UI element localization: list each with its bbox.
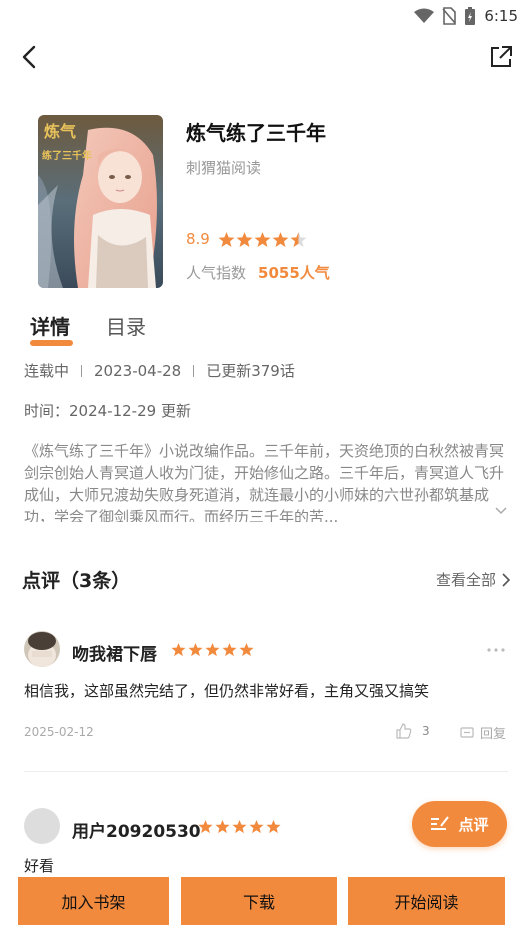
avatar[interactable] — [24, 808, 60, 844]
review-stars — [171, 642, 254, 657]
review-date: 2025-02-12 — [24, 725, 94, 739]
write-review-button[interactable]: 点评 — [412, 801, 507, 847]
reply-label: 回复 — [480, 727, 507, 742]
share-icon[interactable] — [488, 44, 514, 70]
edit-list-icon — [431, 816, 450, 830]
book-author[interactable]: 刺猬猫阅读 — [186, 157, 261, 178]
tab-active-indicator — [30, 340, 73, 346]
star-icon — [188, 642, 203, 657]
tab-catalog[interactable]: 目录 — [106, 311, 146, 340]
star-icon — [266, 819, 281, 834]
rating-stars — [218, 231, 307, 248]
rating-row: 8.9 — [186, 230, 307, 248]
star-icon — [215, 819, 230, 834]
update-time: 时间：2024-12-29 更新 — [24, 402, 191, 420]
comment-icon — [460, 726, 474, 738]
book-description[interactable]: 《炼气练了三千年》小说改编作品。三千年前，天资绝顶的白秋然被青冥剑宗创始人青冥道… — [24, 440, 508, 522]
write-review-label: 点评 — [458, 815, 489, 834]
view-all-link[interactable]: 查看全部 — [436, 569, 510, 590]
no-sim-icon — [442, 7, 457, 25]
star-icon — [254, 231, 271, 247]
updated-count: 已更新379话 — [206, 362, 295, 380]
chevron-down-icon[interactable] — [494, 506, 508, 516]
top-nav — [0, 40, 530, 76]
book-title: 炼气练了三千年 — [186, 121, 326, 145]
star-icon — [290, 231, 307, 247]
tab-bar: 详情 目录 — [30, 311, 146, 346]
status-bar: 6:15 — [0, 0, 530, 32]
popularity-value: 5055人气 — [258, 264, 330, 282]
like-button[interactable]: 3 — [396, 723, 430, 739]
cover-title-text: 炼气 — [44, 122, 76, 141]
publish-date: 2023-04-28 — [94, 361, 182, 380]
star-icon — [232, 819, 247, 834]
review-text: 好看 — [24, 857, 55, 875]
popularity-row: 人气指数 5055人气 — [186, 262, 330, 283]
start-reading-button[interactable]: 开始阅读 — [348, 877, 505, 925]
divider — [24, 771, 508, 772]
cover-subtitle-text: 练了三千年 — [42, 149, 92, 162]
star-icon — [272, 231, 289, 247]
divider — [193, 364, 195, 377]
like-count: 3 — [422, 724, 430, 738]
chevron-right-icon — [502, 572, 510, 587]
popularity-label: 人气指数 — [186, 264, 247, 282]
reviews-header: 点评（3条） 查看全部 — [22, 566, 510, 592]
star-icon — [239, 642, 254, 657]
rating-score: 8.9 — [186, 230, 210, 248]
star-icon — [236, 231, 253, 247]
star-icon — [171, 642, 186, 657]
star-icon — [222, 642, 237, 657]
star-icon — [198, 819, 213, 834]
reviews-title: 点评（3条） — [22, 570, 131, 592]
reply-button[interactable]: 回复 — [460, 723, 506, 742]
status-time: 6:15 — [484, 7, 518, 25]
avatar[interactable] — [24, 631, 60, 667]
book-cover[interactable]: 炼气 练了三千年 — [38, 115, 163, 288]
star-icon — [218, 231, 235, 247]
star-icon — [249, 819, 264, 834]
wifi-icon — [414, 8, 435, 23]
reviewer-name[interactable]: 用户20920530 — [72, 817, 201, 842]
add-to-shelf-button[interactable]: 加入书架 — [18, 877, 169, 925]
tab-details-label: 详情 — [30, 315, 70, 339]
review-item: 吻我裙下唇 相信我，这部虽然完结了，但仍然非常好看，主角又强又搞笑 2025-0… — [24, 631, 508, 751]
tab-details[interactable]: 详情 — [30, 311, 73, 346]
battery-charging-icon — [465, 7, 476, 25]
status-text: 连载中 — [24, 362, 70, 380]
cover-illustration: 炼气 练了三千年 — [38, 115, 163, 288]
more-options-icon[interactable] — [486, 647, 506, 653]
review-stars — [198, 819, 281, 834]
back-arrow-icon[interactable] — [18, 42, 44, 72]
star-icon — [205, 642, 220, 657]
view-all-label: 查看全部 — [435, 571, 496, 589]
reviewer-name[interactable]: 吻我裙下唇 — [72, 640, 157, 665]
divider — [81, 364, 83, 377]
status-icons: 6:15 — [414, 6, 518, 26]
meta-row: 连载中 2023-04-28 已更新379话 — [24, 360, 295, 381]
bottom-action-bar: 加入书架 下载 开始阅读 — [0, 877, 530, 925]
download-button[interactable]: 下载 — [181, 877, 337, 925]
thumbs-up-icon — [396, 723, 412, 739]
tab-catalog-label: 目录 — [106, 315, 146, 339]
review-text: 相信我，这部虽然完结了，但仍然非常好看，主角又强又搞笑 — [24, 682, 430, 700]
